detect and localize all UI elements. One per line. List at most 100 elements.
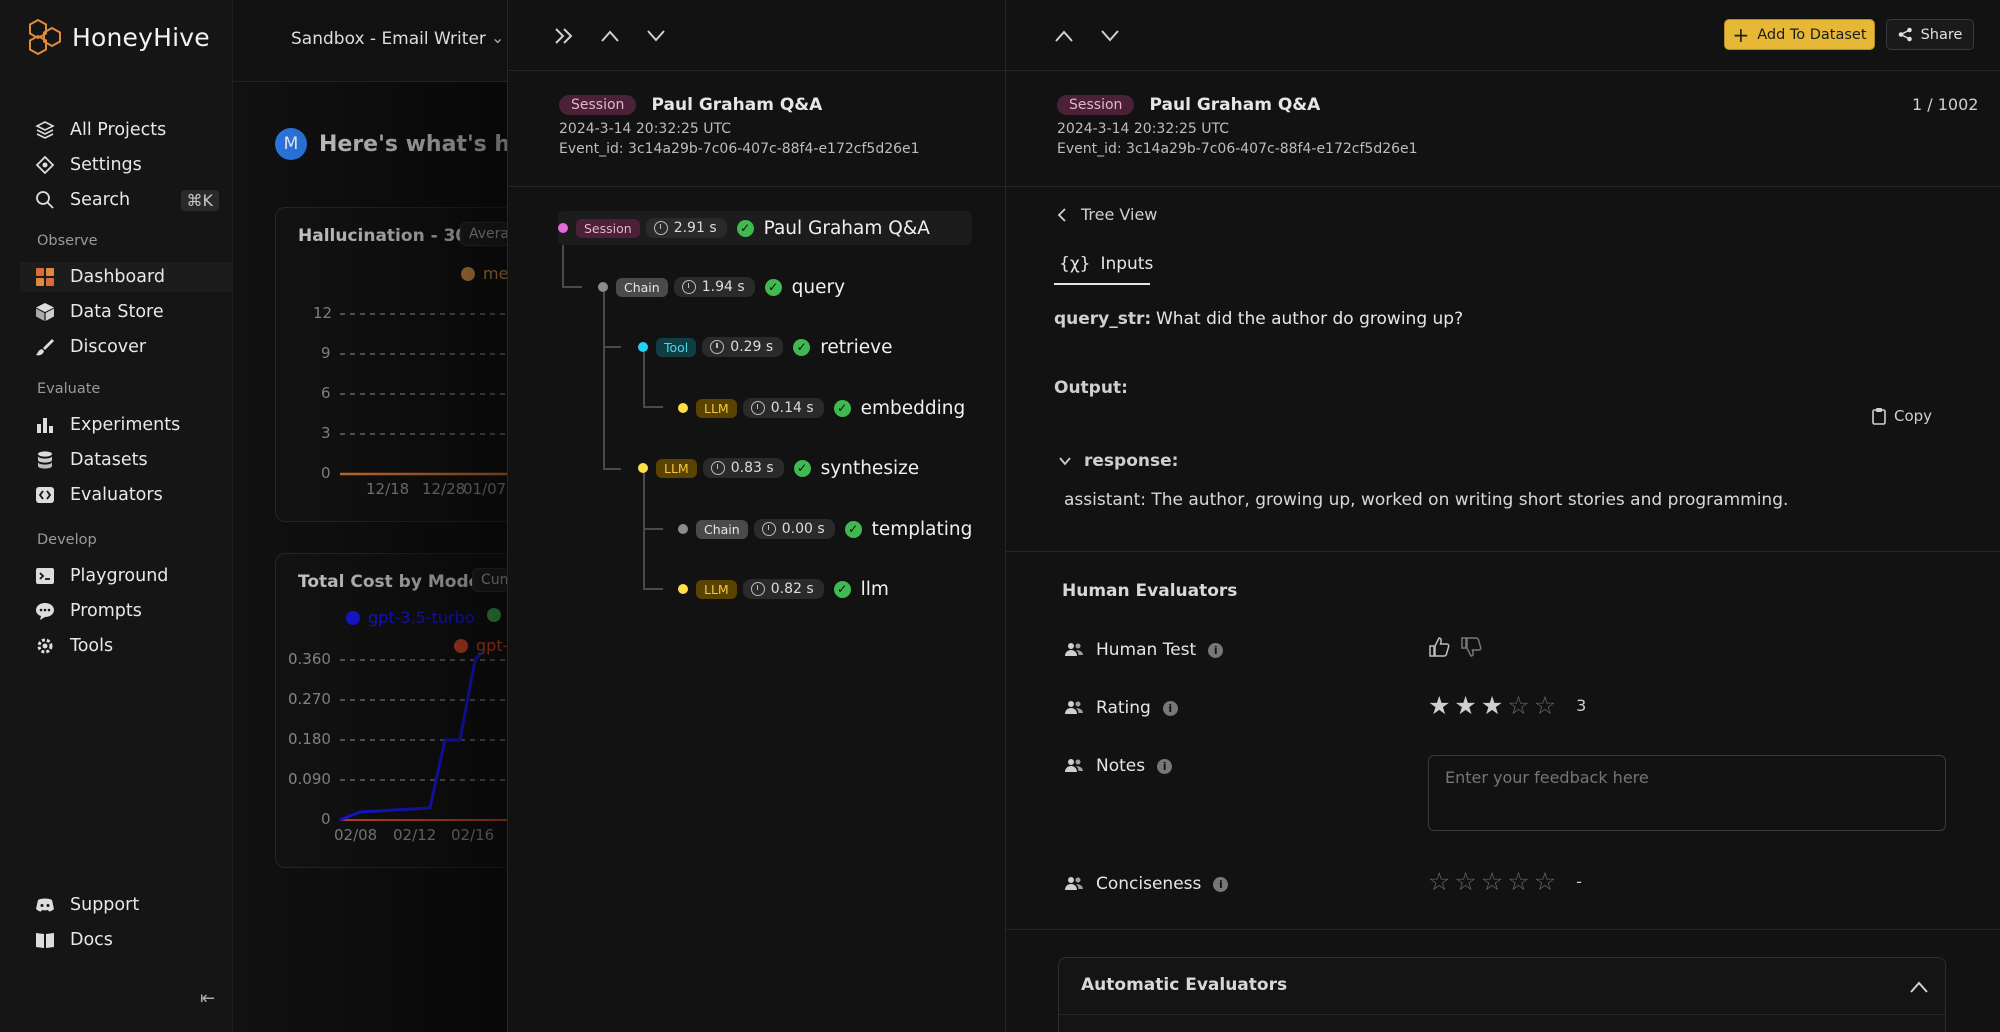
star-empty-icon[interactable]: ☆ bbox=[1481, 869, 1503, 894]
thumbs-up-icon[interactable] bbox=[1428, 636, 1450, 658]
tree-view-label: Tree View bbox=[1081, 205, 1158, 224]
close-drawer-icon[interactable] bbox=[550, 22, 578, 50]
nav-tools[interactable]: Tools bbox=[34, 631, 219, 661]
tree-node-llm[interactable]: LLM 0.82 s ✓ llm bbox=[678, 574, 889, 604]
nav-label: Playground bbox=[70, 566, 169, 586]
chevron-down-icon[interactable]: ⌄ bbox=[491, 28, 504, 47]
check-circle-icon: ✓ bbox=[833, 399, 851, 417]
tree-connector bbox=[603, 346, 621, 348]
session-badge: Session bbox=[559, 94, 637, 115]
tab-inputs[interactable]: {χ} Inputs bbox=[1059, 254, 1153, 274]
tree-node-query[interactable]: Chain 1.94 s ✓ query bbox=[598, 272, 845, 302]
tree-node-retrieve[interactable]: Tool 0.29 s ✓ retrieve bbox=[638, 332, 893, 362]
tree-node-synthesize[interactable]: LLM 0.83 s ✓ synthesize bbox=[638, 453, 919, 483]
nav-all-projects[interactable]: All Projects bbox=[34, 115, 219, 145]
info-icon[interactable]: i bbox=[1213, 876, 1229, 892]
duration-value: 0.00 s bbox=[781, 521, 825, 537]
info-icon[interactable]: i bbox=[1162, 700, 1178, 716]
star-empty-icon[interactable]: ☆ bbox=[1454, 869, 1476, 894]
nav-playground[interactable]: Playground bbox=[34, 561, 219, 591]
users-icon bbox=[1065, 643, 1083, 656]
nav-datasets[interactable]: Datasets bbox=[34, 445, 219, 475]
chat-bubble-icon bbox=[34, 600, 56, 622]
node-name: synthesize bbox=[820, 457, 920, 479]
clock-icon bbox=[750, 401, 765, 415]
star-empty-icon[interactable]: ☆ bbox=[1534, 693, 1556, 718]
check-circle-icon: ✓ bbox=[833, 580, 851, 598]
star-empty-icon[interactable]: ☆ bbox=[1507, 869, 1529, 894]
star-empty-icon[interactable]: ☆ bbox=[1507, 693, 1529, 718]
app-name: HoneyHive bbox=[72, 22, 210, 52]
eval-row-conciseness: Conciseness i bbox=[1064, 871, 1229, 897]
query-key: query_str: bbox=[1054, 309, 1152, 329]
collapse-sidebar-icon[interactable]: ⇤ bbox=[200, 988, 215, 1009]
project-selector[interactable]: Sandbox - Email Writer bbox=[291, 29, 486, 49]
app-logo[interactable]: HoneyHive bbox=[28, 18, 210, 56]
event-counter: 1 / 1002 bbox=[1912, 95, 1979, 114]
node-name: query bbox=[791, 276, 846, 298]
legend-item[interactable] bbox=[487, 608, 509, 622]
eval-row-human-test: Human Test i bbox=[1064, 637, 1224, 663]
nav-support[interactable]: Support bbox=[34, 890, 219, 920]
event-timestamp: 2024-3-14 20:32:25 UTC bbox=[1057, 120, 1229, 137]
chevron-up-icon[interactable] bbox=[1909, 980, 1929, 994]
discord-icon bbox=[34, 894, 56, 916]
tree-connector bbox=[643, 588, 663, 590]
nav-experiments[interactable]: Experiments bbox=[34, 410, 219, 440]
nav-docs[interactable]: Docs bbox=[34, 925, 219, 955]
nav-data-store[interactable]: Data Store bbox=[34, 297, 219, 327]
y-tick: 3 bbox=[321, 424, 331, 442]
avatar[interactable]: M bbox=[275, 128, 307, 160]
eval-label: Rating bbox=[1096, 698, 1151, 718]
response-toggle[interactable]: response: bbox=[1058, 451, 1178, 471]
nav-label: Evaluators bbox=[70, 485, 163, 505]
info-icon[interactable]: i bbox=[1208, 642, 1224, 658]
tree-node-session[interactable]: Session 2.91 s ✓ Paul Graham Q&A bbox=[558, 211, 972, 245]
x-tick: 12/18 bbox=[366, 480, 410, 498]
clock-icon bbox=[653, 221, 668, 235]
tree-view-link[interactable]: Tree View bbox=[1057, 205, 1157, 224]
nav-discover[interactable]: Discover bbox=[34, 332, 219, 362]
star-empty-icon[interactable]: ☆ bbox=[1428, 869, 1450, 894]
legend-item[interactable]: me bbox=[461, 264, 508, 283]
thumbs-down-icon[interactable] bbox=[1460, 636, 1482, 658]
node-dot bbox=[638, 463, 648, 473]
settings-diamond-icon bbox=[34, 154, 56, 176]
active-tab-indicator bbox=[1054, 283, 1150, 285]
copy-button[interactable]: Copy bbox=[1872, 407, 1932, 425]
star-filled-icon[interactable]: ★ bbox=[1454, 693, 1476, 718]
node-type-badge: Tool bbox=[656, 337, 697, 357]
chevron-up-icon[interactable] bbox=[596, 22, 624, 50]
node-name: templating bbox=[871, 518, 973, 540]
session-timestamp: 2024-3-14 20:32:25 UTC bbox=[559, 120, 731, 137]
node-duration: 1.94 s bbox=[673, 277, 755, 297]
nav-evaluators[interactable]: Evaluators bbox=[34, 480, 219, 510]
x-tick: 01/07 bbox=[463, 480, 507, 498]
x-tick: 02/16 bbox=[451, 826, 495, 844]
star-filled-icon[interactable]: ★ bbox=[1481, 693, 1503, 718]
nav-prompts[interactable]: Prompts bbox=[34, 596, 219, 626]
info-icon[interactable]: i bbox=[1157, 758, 1173, 774]
rating-stars[interactable]: ★ ★ ★ ☆ ☆ 3 bbox=[1428, 693, 1586, 718]
legend-item[interactable]: gpt- bbox=[454, 636, 508, 655]
star-empty-icon[interactable]: ☆ bbox=[1534, 869, 1556, 894]
conciseness-stars[interactable]: ☆ ☆ ☆ ☆ ☆ - bbox=[1428, 869, 1582, 894]
divider bbox=[1059, 1014, 1945, 1015]
conciseness-value: - bbox=[1576, 872, 1582, 891]
nav-search[interactable]: Search ⌘K bbox=[34, 185, 219, 215]
eval-row-rating: Rating i bbox=[1064, 695, 1178, 721]
section-evaluate: Evaluate bbox=[37, 381, 101, 397]
chevron-down-icon[interactable] bbox=[642, 22, 670, 50]
tree-node-embedding[interactable]: LLM 0.14 s ✓ embedding bbox=[678, 393, 965, 423]
tree-connector bbox=[603, 292, 605, 470]
legend-item[interactable]: gpt-3.5-turbo bbox=[346, 608, 475, 627]
card-title: Hallucination - 30d bbox=[298, 226, 480, 246]
nav-dashboard[interactable]: Dashboard bbox=[20, 262, 233, 292]
automatic-evaluators-card[interactable]: Automatic Evaluators bbox=[1058, 957, 1946, 1032]
notes-feedback-input[interactable] bbox=[1428, 755, 1946, 831]
nav-settings[interactable]: Settings bbox=[34, 150, 219, 180]
tree-node-templating[interactable]: Chain 0.00 s ✓ templating bbox=[678, 514, 972, 544]
sidebar: HoneyHive All Projects Settings Search ⌘… bbox=[0, 0, 233, 1032]
star-filled-icon[interactable]: ★ bbox=[1428, 693, 1450, 718]
legend-dot bbox=[346, 610, 360, 625]
